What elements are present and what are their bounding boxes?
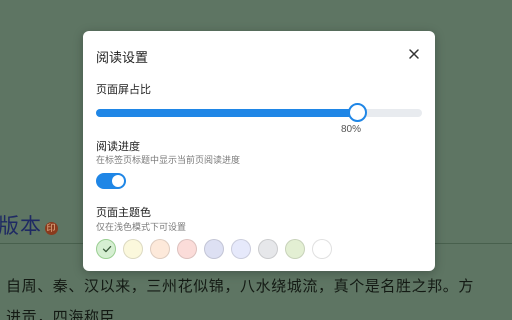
reading-progress-label: 阅读进度	[96, 141, 140, 153]
theme-swatch[interactable]	[177, 239, 197, 259]
reading-settings-dialog: 阅读设置 页面屏占比 80% 阅读进度 在标签页标题中显示当前页阅读进度 页面主…	[83, 31, 435, 271]
theme-swatch[interactable]	[285, 239, 305, 259]
dialog-title: 阅读设置	[96, 50, 149, 65]
toggle-knob	[112, 175, 124, 187]
screen-ratio-slider[interactable]	[96, 103, 422, 123]
theme-swatch[interactable]	[312, 239, 332, 259]
close-icon	[409, 49, 419, 59]
theme-color-hint: 仅在浅色模式下可设置	[96, 222, 187, 232]
background-text-line: 自周、秦、汉以来，三州花似锦，八水绕城流，真个是名胜之邦。方	[6, 279, 475, 295]
check-icon	[102, 245, 112, 253]
slider-thumb[interactable]	[347, 103, 367, 122]
seal-icon: 印	[45, 221, 58, 235]
screen-ratio-value: 80%	[340, 124, 361, 135]
theme-swatch[interactable]	[204, 239, 224, 259]
background-book-title: 版本印	[0, 210, 58, 240]
slider-fill	[96, 109, 357, 117]
reading-progress-toggle[interactable]	[96, 173, 126, 189]
theme-swatch[interactable]	[123, 239, 143, 259]
theme-swatch[interactable]	[150, 239, 170, 259]
screen-ratio-label: 页面屏占比	[96, 84, 151, 96]
theme-swatch[interactable]	[258, 239, 278, 259]
theme-swatch[interactable]	[96, 239, 116, 259]
background-text-line: 进贡，四海称臣	[6, 310, 116, 320]
reading-progress-hint: 在标签页标题中显示当前页阅读进度	[96, 155, 241, 165]
theme-color-label: 页面主题色	[96, 207, 151, 219]
background-book-title-text: 版本	[0, 214, 42, 238]
close-button[interactable]	[405, 45, 423, 63]
theme-swatch[interactable]	[231, 239, 251, 259]
